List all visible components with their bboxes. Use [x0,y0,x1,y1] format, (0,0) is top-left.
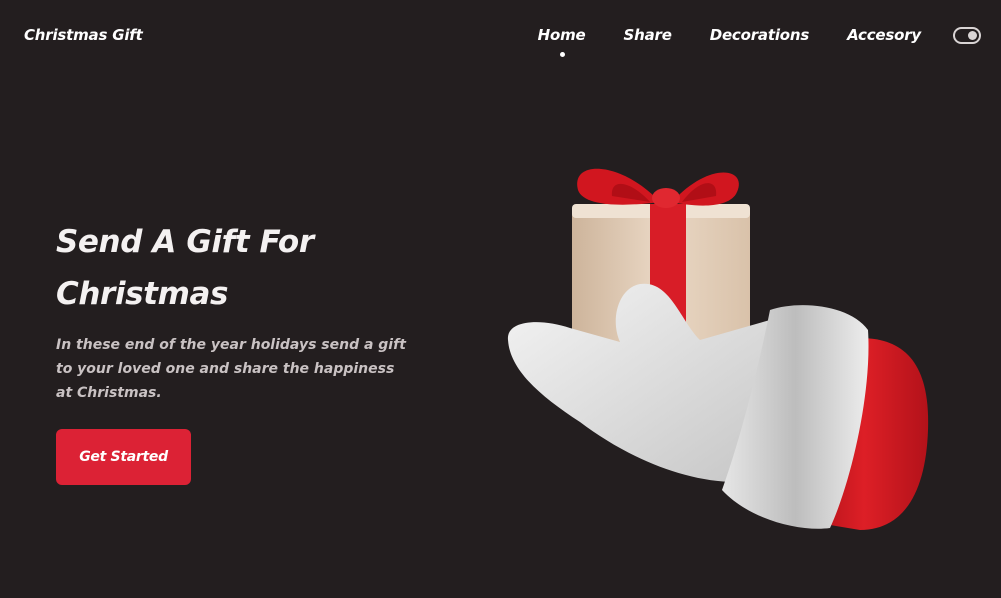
hero-description: In these end of the year holidays send a… [56,337,406,401]
main-nav: Home Share Decorations Accesory [538,26,922,44]
hero-title-line-1: Send A Gift For [56,224,314,260]
site-logo[interactable]: Christmas Gift [24,26,143,44]
nav-share[interactable]: Share [624,26,672,44]
hero-title-line-2: Christmas [56,276,229,312]
nav-decorations[interactable]: Decorations [710,26,810,44]
theme-toggle-icon[interactable] [953,27,981,44]
santa-glove-gift-icon [507,168,929,530]
get-started-button[interactable]: Get Started [56,429,191,485]
hero-title: Send A Gift For Christmas [56,216,436,320]
active-nav-indicator [559,52,565,57]
nav-home[interactable]: Home [538,26,586,44]
nav-accesory[interactable]: Accesory [847,26,921,44]
site-header: Christmas Gift Home Share Decorations Ac… [0,0,1001,72]
toggle-knob [968,31,977,40]
